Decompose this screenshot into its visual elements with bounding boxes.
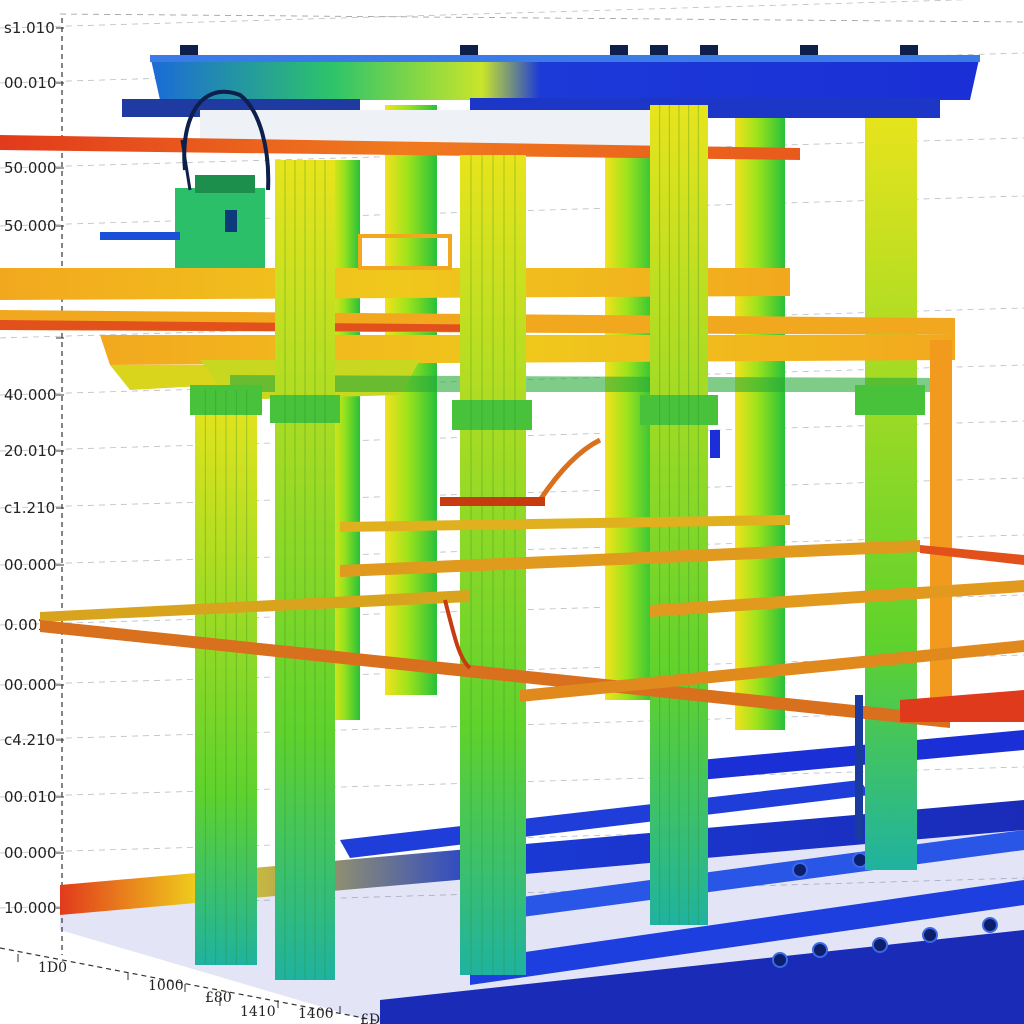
y-tick-label: 40.000 <box>4 386 57 404</box>
y-tick-label: 20.010 <box>4 442 57 460</box>
grid-line <box>59 13 1024 23</box>
bolt <box>872 937 888 953</box>
bolt <box>610 45 628 55</box>
y-tick-label: c4.210 <box>4 731 55 749</box>
y-tick-label: 50.000 <box>4 217 57 235</box>
bolt <box>460 45 478 55</box>
y-tick-label: 00.000 <box>4 844 57 862</box>
y-tick-label: 10.000 <box>4 899 57 917</box>
y-tick-label: 50.000 <box>4 159 57 177</box>
y-tick-label: s1.010 <box>4 19 55 37</box>
y-axis-ticks: s1.010 00.010 50.000 50.000 40.000 20.010 c1.2… <box>4 19 64 917</box>
x-tick-label: £80 <box>205 990 232 1006</box>
top-plate <box>122 45 980 150</box>
blue-marker <box>710 430 720 458</box>
x-tick-label: 1410 <box>240 1004 276 1020</box>
bolt <box>700 45 718 55</box>
bolt <box>800 45 818 55</box>
bolt <box>792 862 808 878</box>
grid-line <box>0 0 970 29</box>
bolt <box>180 45 198 55</box>
bolt <box>900 45 918 55</box>
bolt <box>982 917 998 933</box>
bolt <box>772 952 788 968</box>
y-tick-label: c1.210 <box>4 499 55 517</box>
y-tick-label: 00.010 <box>4 74 57 92</box>
y-tick-label: 00.010 <box>4 788 57 806</box>
bolt <box>852 852 868 868</box>
bolt <box>922 927 938 943</box>
x-tick-label: 1D0 <box>38 960 67 976</box>
bolt <box>812 942 828 958</box>
y-tick-label: 00.000 <box>4 556 57 574</box>
structure-render: s1.010 00.010 50.000 50.000 40.000 20.010 c1.2… <box>0 0 1024 1024</box>
y-tick-label: 00.000 <box>4 676 57 694</box>
bolt <box>650 45 668 55</box>
x-tick-label: 1000 <box>148 978 184 994</box>
